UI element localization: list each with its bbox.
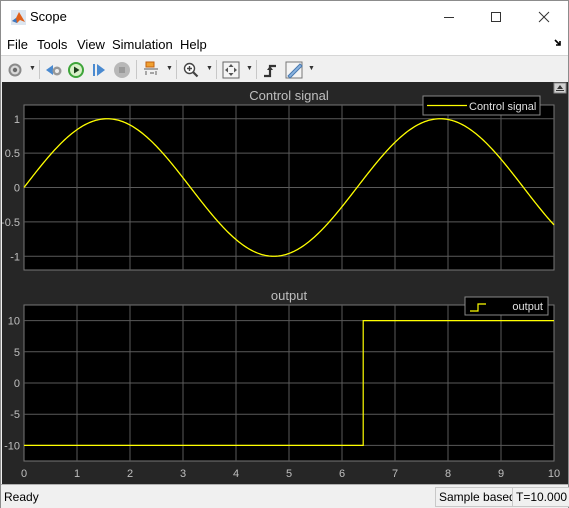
simulation-time-indicator: T=10.000 <box>512 487 569 507</box>
x-tick-label: 1 <box>74 468 80 480</box>
x-tick-label: 5 <box>286 468 292 480</box>
toolbar-separator <box>176 60 177 79</box>
menu-help[interactable]: Help <box>180 37 207 52</box>
scope-window: Scope File Tools View Simulation Help ▼ <box>0 0 569 508</box>
toolbar-separator <box>256 60 257 79</box>
cursor-dropdown-icon[interactable]: ▼ <box>308 65 315 72</box>
trigger-icon <box>264 64 276 78</box>
y-tick-label: 1 <box>14 114 20 126</box>
zoom-dropdown-icon[interactable]: ▼ <box>206 65 213 72</box>
y-tick-label: -10 <box>4 440 20 452</box>
x-tick-label: 7 <box>392 468 398 480</box>
control-signal-axes: Control signal -1 -0.5 0 0.5 1 Control signa… <box>1 88 555 271</box>
undock-arrow-icon[interactable] <box>554 39 562 47</box>
matlab-icon <box>11 10 26 25</box>
control-signal-legend[interactable]: Control signal <box>422 95 541 116</box>
zoom-in-icon <box>183 62 199 78</box>
toolbar-separator <box>39 60 40 79</box>
status-bar: Ready Sample based T=10.000 <box>1 484 569 508</box>
x-tick-label: 10 <box>548 468 560 480</box>
configuration-dropdown-icon[interactable]: ▼ <box>29 65 36 72</box>
x-tick-label: 2 <box>127 468 133 480</box>
output-legend[interactable]: output <box>464 296 549 316</box>
zoom-in-button[interactable] <box>181 60 201 80</box>
close-button[interactable] <box>521 1 567 33</box>
legend-label: Control signal <box>469 101 536 113</box>
scope-display: Control signal -1 -0.5 0 0.5 1 Control signa… <box>1 82 568 484</box>
y-tick-label: 0.5 <box>5 148 20 160</box>
maximize-icon <box>491 12 501 22</box>
x-tick-label: 4 <box>233 468 239 480</box>
run-button[interactable] <box>66 60 86 80</box>
window-title: Scope <box>30 9 67 24</box>
legend-label: output <box>512 301 543 313</box>
scale-axes-button[interactable] <box>221 60 241 80</box>
maximize-axes-icon[interactable] <box>553 82 567 94</box>
menu-bar: File Tools View Simulation Help <box>1 33 568 55</box>
x-tick-label: 3 <box>180 468 186 480</box>
stop-icon <box>114 62 130 78</box>
y-tick-label: -5 <box>10 409 20 421</box>
configuration-properties-button[interactable] <box>5 60 25 80</box>
output-axes: output -10 -5 0 5 10 0 1 2 3 4 5 6 7 8 9 10 output <box>4 288 560 480</box>
x-tick-label: 8 <box>445 468 451 480</box>
scale-axes-dropdown-icon[interactable]: ▼ <box>246 65 253 72</box>
x-tick-label: 9 <box>498 468 504 480</box>
step-forward-icon <box>93 64 105 76</box>
y-tick-label: 0 <box>14 183 20 195</box>
toolbar: ▼ ▼ ▼ ▼ ▼ <box>1 55 568 83</box>
toolbar-separator <box>136 60 137 79</box>
highlight-dropdown-icon[interactable]: ▼ <box>166 65 173 72</box>
control-signal-title: Control signal <box>249 88 329 103</box>
y-tick-label: 5 <box>14 347 20 359</box>
status-text: Ready <box>4 490 39 504</box>
highlight-simulink-block-button[interactable] <box>141 60 161 80</box>
time-mode-indicator: Sample based <box>435 487 520 507</box>
step-forward-button[interactable] <box>89 60 109 80</box>
triggers-button[interactable] <box>260 60 280 80</box>
x-tick-label: 0 <box>21 468 27 480</box>
minimize-button[interactable] <box>426 1 472 33</box>
plots-canvas: Control signal -1 -0.5 0 0.5 1 Control signa… <box>1 82 567 480</box>
toolbar-separator <box>216 60 217 79</box>
menu-view[interactable]: View <box>77 37 105 52</box>
stop-button[interactable] <box>112 60 132 80</box>
menu-tools[interactable]: Tools <box>37 37 67 52</box>
play-icon <box>68 62 84 78</box>
ruler-icon <box>285 61 303 79</box>
y-tick-label: -1 <box>10 251 20 263</box>
y-tick-label: 10 <box>8 316 20 328</box>
autoscale-icon <box>222 61 240 79</box>
menu-simulation[interactable]: Simulation <box>112 37 173 52</box>
highlight-block-icon <box>144 61 158 75</box>
cursor-measurements-button[interactable] <box>284 60 304 80</box>
close-icon <box>538 11 550 23</box>
gear-icon <box>8 63 22 77</box>
output-title: output <box>271 288 308 303</box>
menu-file[interactable]: File <box>7 37 28 52</box>
y-tick-label: -0.5 <box>2 217 20 229</box>
maximize-button[interactable] <box>473 1 519 33</box>
minimize-icon <box>444 17 454 18</box>
y-tick-label: 0 <box>14 378 20 390</box>
step-back-icon <box>46 65 62 76</box>
step-back-button[interactable] <box>44 60 64 80</box>
x-tick-label: 6 <box>339 468 345 480</box>
title-bar[interactable]: Scope <box>1 1 568 33</box>
